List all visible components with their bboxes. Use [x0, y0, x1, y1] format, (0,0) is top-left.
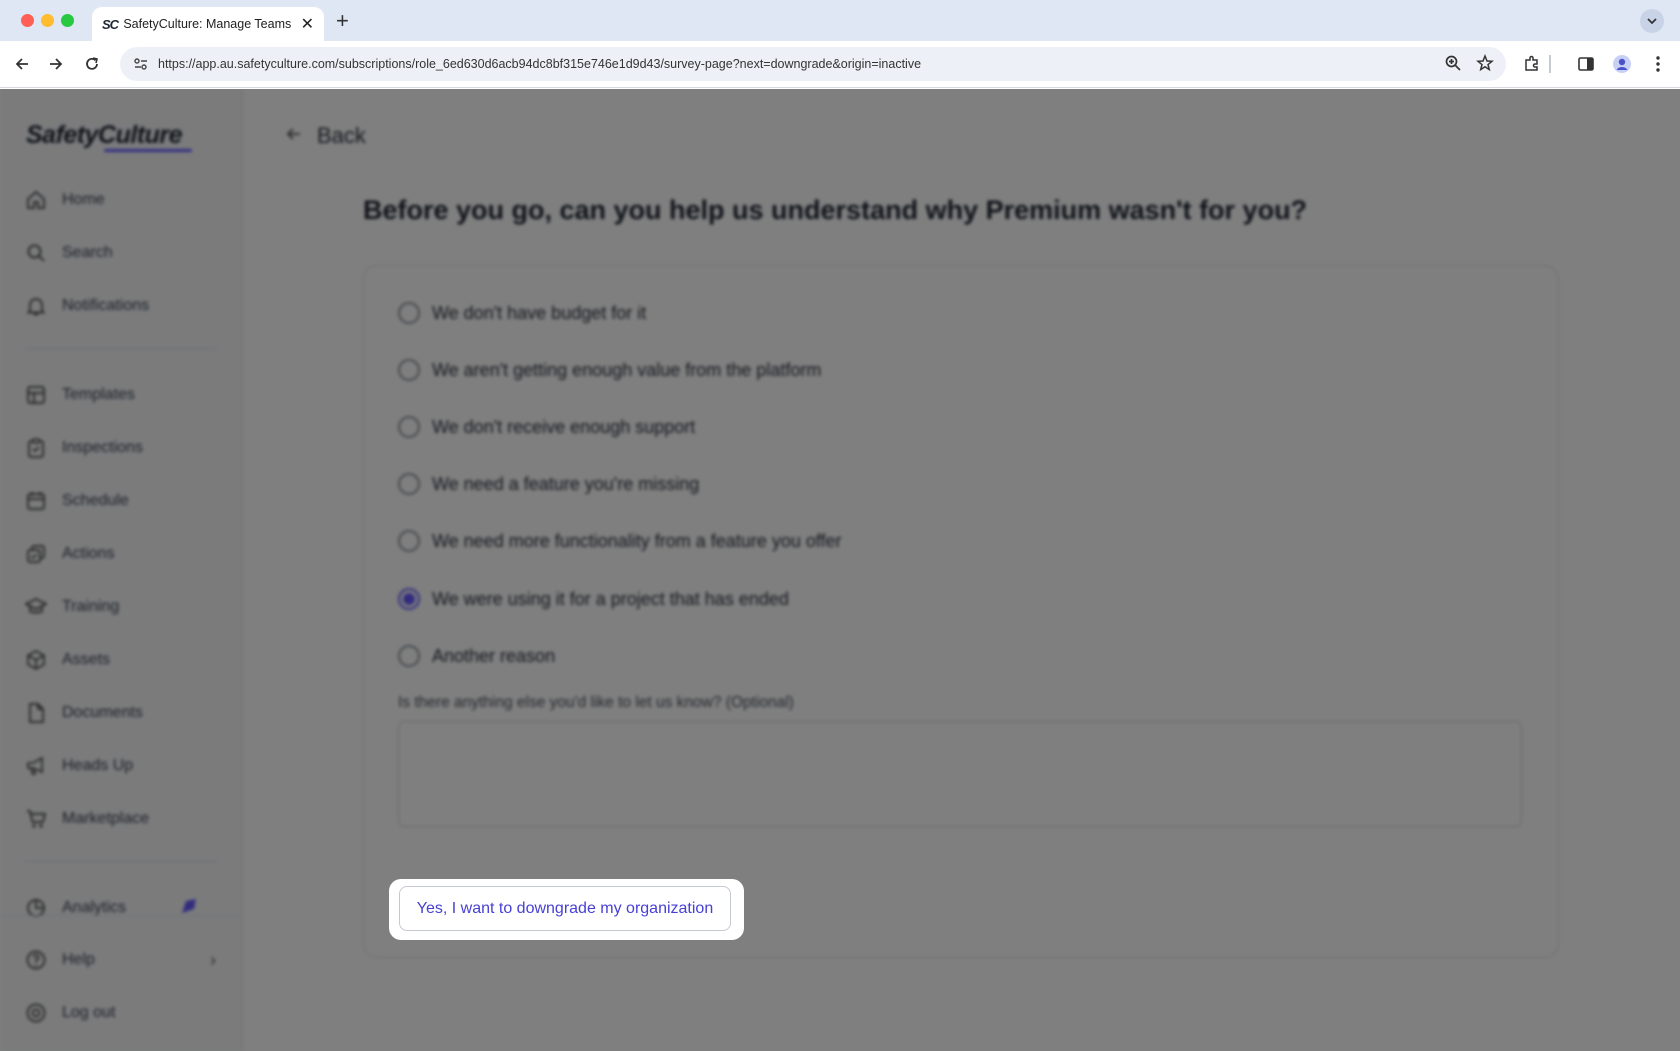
browser-toolbar: https://app.au.safetyculture.com/subscri…: [0, 41, 1680, 88]
forward-arrow-icon[interactable]: [44, 52, 68, 76]
browser-menu-icon[interactable]: [1646, 52, 1670, 76]
window-close-button[interactable]: [21, 14, 34, 27]
url-text: https://app.au.safetyculture.com/subscri…: [158, 57, 922, 71]
reload-icon[interactable]: [80, 52, 104, 76]
downgrade-organization-button[interactable]: Yes, I want to downgrade my organization: [399, 886, 731, 931]
modal-dim-overlay: [0, 89, 1680, 1051]
site-settings-icon[interactable]: [124, 47, 158, 81]
window-maximize-button[interactable]: [61, 14, 74, 27]
bookmark-star-icon[interactable]: [1476, 53, 1494, 77]
zoom-icon[interactable]: [1444, 54, 1462, 77]
browser-tab[interactable]: SC SafetyCulture: Manage Teams and... ✕: [92, 7, 324, 41]
profile-avatar-icon[interactable]: [1610, 52, 1634, 76]
toolbar-divider: [1549, 55, 1551, 73]
window-minimize-button[interactable]: [41, 14, 54, 27]
tab-close-icon[interactable]: ✕: [301, 14, 314, 34]
back-arrow-icon[interactable]: [10, 52, 34, 76]
extensions-puzzle-icon[interactable]: [1520, 52, 1544, 76]
tab-list-chevron-icon[interactable]: [1640, 9, 1664, 33]
address-bar[interactable]: https://app.au.safetyculture.com/subscri…: [120, 47, 1506, 81]
side-panel-icon[interactable]: [1574, 52, 1598, 76]
browser-tab-bar: SC SafetyCulture: Manage Teams and... ✕ …: [0, 0, 1680, 41]
safetyculture-favicon-icon: SC: [102, 16, 119, 32]
new-tab-plus-icon[interactable]: +: [336, 8, 349, 34]
app-viewport: SafetyCulture Home Search Notifications …: [0, 89, 1680, 1051]
tab-title: SafetyCulture: Manage Teams and...: [123, 17, 294, 31]
